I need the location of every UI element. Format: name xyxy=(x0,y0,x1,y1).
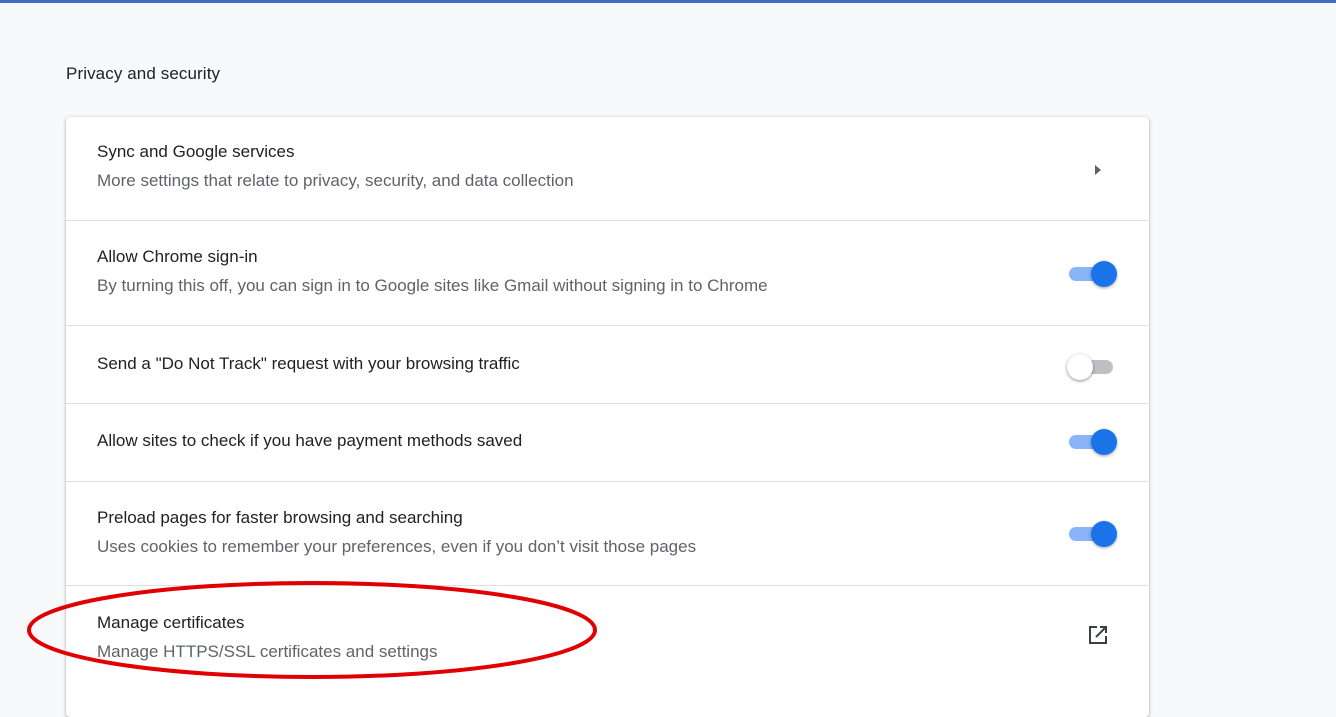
row-description: Manage HTTPS/SSL certificates and settin… xyxy=(97,642,438,661)
payment-methods-row[interactable]: Allow sites to check if you have payment… xyxy=(66,403,1149,481)
toggle-knob xyxy=(1091,261,1117,287)
do-not-track-row[interactable]: Send a "Do Not Track" request with your … xyxy=(66,325,1149,403)
row-description: By turning this off, you can sign in to … xyxy=(97,276,768,295)
toggle-knob xyxy=(1091,521,1117,547)
preload-pages-row[interactable]: Preload pages for faster browsing and se… xyxy=(66,481,1149,585)
row-title: Send a "Do Not Track" request with your … xyxy=(97,354,520,373)
privacy-settings-card: Sync and Google services More settings t… xyxy=(66,117,1149,717)
arrow-right-icon[interactable] xyxy=(1092,163,1104,177)
row-description: Uses cookies to remember your preference… xyxy=(97,537,697,556)
row-title: Manage certificates xyxy=(97,613,245,632)
row-text: Manage certificates Manage HTTPS/SSL cer… xyxy=(97,613,437,662)
row-text: Allow Chrome sign-in By turning this off… xyxy=(97,247,768,296)
row-title: Preload pages for faster browsing and se… xyxy=(97,508,463,527)
top-divider xyxy=(0,0,1336,3)
row-description: More settings that relate to privacy, se… xyxy=(97,171,574,190)
preload-pages-toggle[interactable] xyxy=(1067,521,1117,547)
row-text: Allow sites to check if you have payment… xyxy=(97,431,522,451)
row-text: Preload pages for faster browsing and se… xyxy=(97,508,696,557)
open-in-new-icon[interactable] xyxy=(1086,623,1110,647)
payment-methods-toggle[interactable] xyxy=(1067,429,1117,455)
toggle-knob xyxy=(1067,354,1093,380)
allow-chrome-signin-row[interactable]: Allow Chrome sign-in By turning this off… xyxy=(66,220,1149,325)
row-text: Sync and Google services More settings t… xyxy=(97,142,574,191)
row-title: Allow sites to check if you have payment… xyxy=(97,431,523,450)
row-title: Sync and Google services xyxy=(97,142,295,161)
manage-certificates-row[interactable]: Manage certificates Manage HTTPS/SSL cer… xyxy=(66,585,1149,717)
sync-google-services-row[interactable]: Sync and Google services More settings t… xyxy=(66,117,1149,220)
toggle-knob xyxy=(1091,429,1117,455)
row-text: Send a "Do Not Track" request with your … xyxy=(97,354,520,374)
row-title: Allow Chrome sign-in xyxy=(97,247,258,266)
allow-chrome-signin-toggle[interactable] xyxy=(1067,261,1117,287)
section-title: Privacy and security xyxy=(66,64,221,83)
do-not-track-toggle[interactable] xyxy=(1067,354,1117,380)
